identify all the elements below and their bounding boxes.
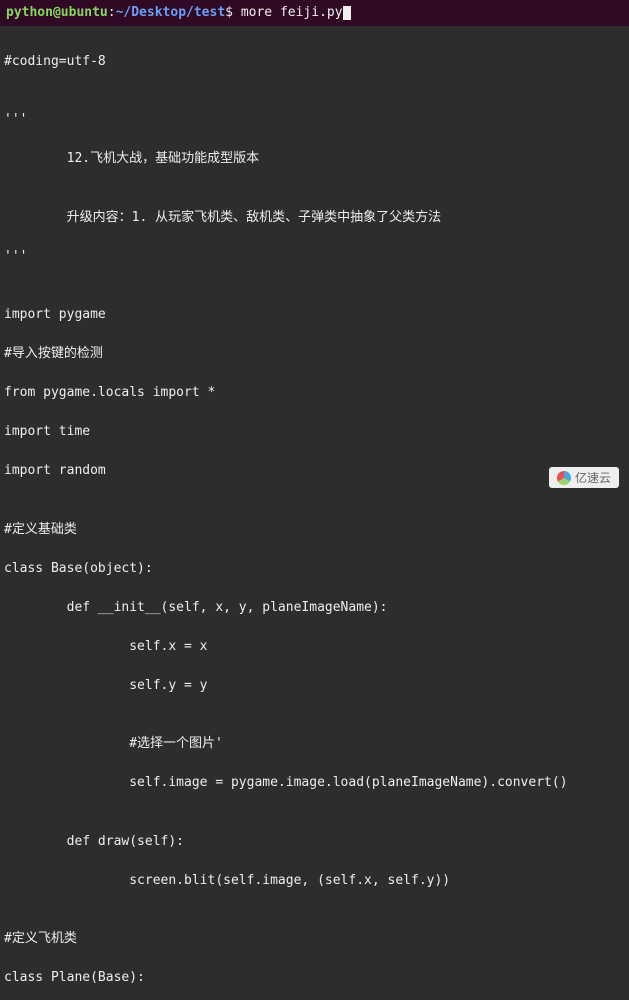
code-line: 升级内容：1. 从玩家飞机类、敌机类、子弹类中抽象了父类方法 [4, 208, 625, 228]
code-line: #coding=utf-8 [4, 52, 625, 72]
code-line: self.image = pygame.image.load(planeImag… [4, 773, 625, 793]
watermark-badge: 亿速云 [549, 467, 619, 488]
file-content: #coding=utf-8 ''' 12.飞机大战，基础功能成型版本 升级内容：… [0, 26, 629, 1000]
code-line: #导入按键的检测 [4, 344, 625, 364]
code-line: ''' [4, 110, 625, 130]
code-line: self.y = y [4, 676, 625, 696]
watermark-text: 亿速云 [575, 469, 611, 486]
code-line: ''' [4, 247, 625, 267]
terminal-window[interactable]: python@ubuntu:~/Desktop/test$ more feiji… [0, 0, 629, 500]
code-line: #选择一个图片' [4, 734, 625, 754]
watermark-logo-icon [557, 471, 571, 485]
code-line: import pygame [4, 305, 625, 325]
code-line: self.x = x [4, 637, 625, 657]
code-line: class Plane(Base): [4, 968, 625, 988]
prompt-command: more feiji.py [241, 5, 343, 20]
prompt-path: ~/Desktop/test [116, 5, 226, 20]
code-line: from pygame.locals import * [4, 383, 625, 403]
code-line: def __init__(self, x, y, planeImageName)… [4, 598, 625, 618]
code-line: import random [4, 461, 625, 481]
code-line: class Base(object): [4, 559, 625, 579]
terminal-cursor [343, 6, 351, 20]
code-line: 12.飞机大战，基础功能成型版本 [4, 149, 625, 169]
code-line: import time [4, 422, 625, 442]
terminal-prompt-bar: python@ubuntu:~/Desktop/test$ more feiji… [0, 0, 629, 26]
code-line: def draw(self): [4, 832, 625, 852]
code-line: screen.blit(self.image, (self.x, self.y)… [4, 871, 625, 891]
prompt-colon: : [108, 5, 116, 20]
prompt-user-host: python@ubuntu [6, 5, 108, 20]
prompt-dollar: $ [225, 5, 241, 20]
code-line: #定义基础类 [4, 520, 625, 540]
code-line: #定义飞机类 [4, 929, 625, 949]
